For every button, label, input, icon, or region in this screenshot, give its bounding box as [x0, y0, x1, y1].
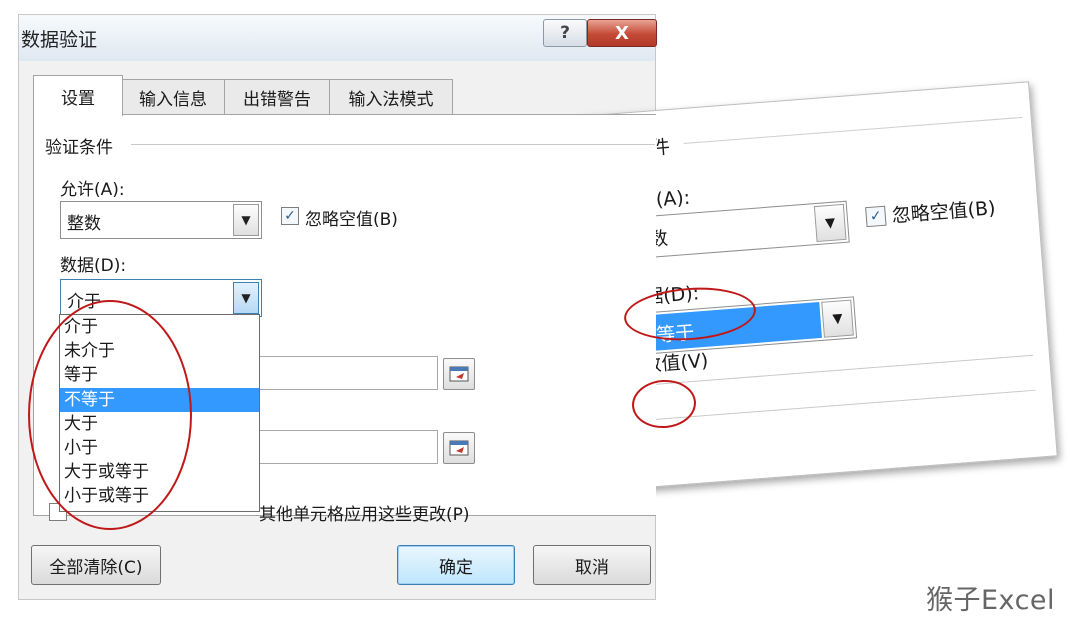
zoom-group-divider: [683, 116, 1023, 144]
zoom-ignore-blank-checkbox[interactable]: ✓: [865, 205, 887, 228]
dropdown-option[interactable]: 介于: [60, 315, 259, 339]
data-validation-dialog: 数据验证 ? X 设置 输入信息 出错警告 输入法模式 验证条件 允许(A): …: [18, 14, 657, 600]
dropdown-option[interactable]: 小于: [60, 436, 259, 460]
minimum-field[interactable]: [259, 356, 438, 390]
dropdown-option[interactable]: 大于: [60, 412, 259, 436]
validation-criteria-label: 验证条件: [45, 133, 119, 158]
watermark-text: 猴子Excel: [926, 585, 1056, 616]
help-button[interactable]: ?: [543, 19, 587, 47]
data-combobox[interactable]: 介于 ▼: [60, 279, 262, 317]
ignore-blank-checkbox[interactable]: ✓: [281, 207, 299, 225]
zoom-ignore-blank-label: 忽略空值(B): [891, 197, 997, 228]
chevron-down-icon[interactable]: ▼: [233, 282, 259, 314]
chevron-down-icon[interactable]: ▼: [813, 203, 847, 243]
dropdown-option[interactable]: 小于或等于: [60, 484, 259, 508]
dropdown-option-selected[interactable]: 不等于: [60, 387, 259, 412]
allow-label: 允许(A):: [60, 180, 125, 200]
maximum-field[interactable]: [259, 430, 438, 464]
dropdown-option[interactable]: 未介于: [60, 339, 259, 363]
tab-input-message[interactable]: 输入信息: [121, 79, 225, 114]
tab-error-alert[interactable]: 出错警告: [224, 79, 330, 114]
range-select-icon[interactable]: [443, 358, 475, 390]
allow-combobox[interactable]: 整数 ▼: [60, 201, 262, 239]
apply-to-others-label: 其他单元格应用这些更改(P): [259, 505, 470, 525]
close-button[interactable]: X: [587, 19, 657, 47]
ok-button[interactable]: 确定: [397, 545, 515, 585]
cancel-button[interactable]: 取消: [533, 545, 651, 585]
dialog-title: 数据验证: [21, 29, 98, 51]
chevron-down-icon[interactable]: ▼: [233, 204, 259, 236]
dropdown-option[interactable]: 等于: [60, 363, 259, 387]
tab-ime-mode[interactable]: 输入法模式: [329, 79, 453, 114]
chevron-down-icon[interactable]: ▼: [821, 299, 854, 338]
ignore-blank-label: 忽略空值(B): [305, 210, 398, 230]
dropdown-option[interactable]: 大于或等于: [60, 460, 259, 484]
range-select-icon[interactable]: [443, 432, 475, 464]
group-divider: [131, 144, 655, 145]
data-value: 介于: [67, 292, 101, 312]
allow-value: 整数: [67, 214, 101, 234]
data-dropdown-list[interactable]: 介于 未介于 等于 不等于 大于 小于 大于或等于 小于或等于: [59, 314, 260, 512]
data-label: 数据(D):: [60, 256, 127, 276]
clear-all-button[interactable]: 全部清除(C): [31, 545, 161, 585]
tab-settings[interactable]: 设置: [33, 75, 123, 116]
title-bar: 数据验证 ? X: [19, 15, 657, 61]
